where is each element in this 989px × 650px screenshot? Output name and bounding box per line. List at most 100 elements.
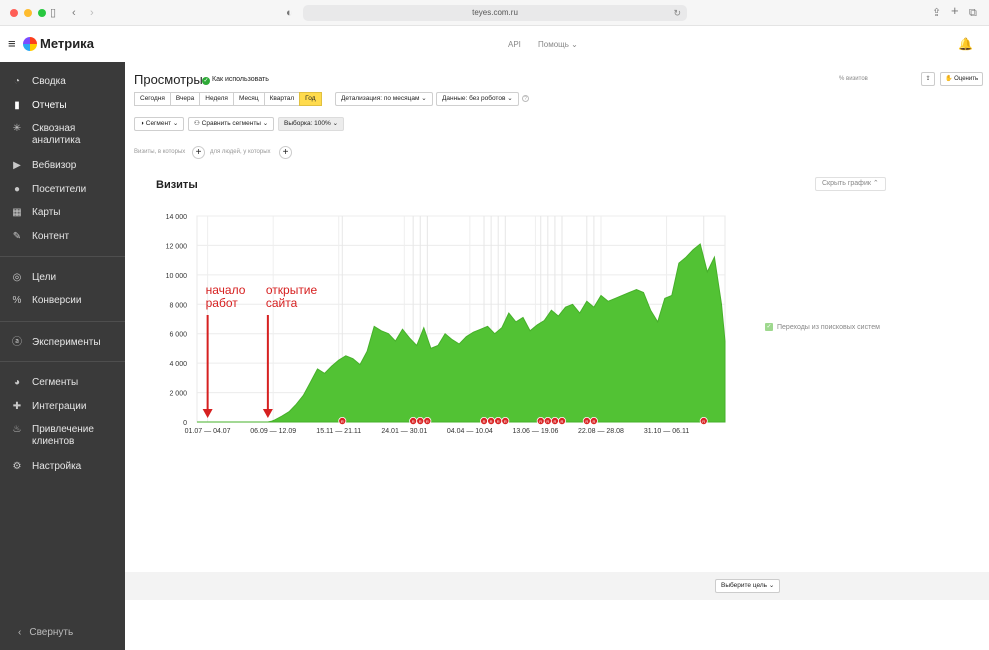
shield-icon[interactable]: ◐	[286, 6, 293, 20]
compare-label: Сравнить сегменты	[201, 120, 261, 127]
sidebar-item-segments[interactable]: ◕ Сегменты	[0, 377, 125, 389]
sidebar-item-webvisor[interactable]: ▶ Вебвизор	[0, 160, 125, 172]
forward-icon[interactable]: ›	[90, 6, 94, 20]
address-bar[interactable]: teyes.com.ru ↻	[303, 5, 687, 21]
detail-label: Детализация: по месяцам	[341, 95, 420, 102]
goal-select-dropdown[interactable]: Выберите цель ⌄	[715, 579, 781, 593]
pencil-icon: ✎	[12, 231, 22, 242]
x-tick-label: 06.09 — 12.09	[250, 428, 296, 435]
hide-chart-button[interactable]: Скрыть график ⌃	[815, 177, 886, 191]
robot-marker-glyph: R	[419, 419, 422, 424]
notification-bell-icon[interactable]: 🔔	[958, 37, 973, 51]
sidebar-item-label: Карты	[32, 207, 61, 218]
pie-icon: ◕	[13, 377, 21, 388]
legend-label: Переходы из поисковых систем	[777, 323, 880, 331]
period-month-button[interactable]: Месяц	[232, 92, 265, 106]
bar-chart-icon: ▮	[14, 100, 20, 111]
sidebar-item-content[interactable]: ✎ Контент	[0, 231, 125, 243]
rate-button[interactable]: ✋ Оценить	[940, 72, 984, 86]
data-mode-label: Данные: без роботов	[442, 95, 506, 102]
sample-label: Выборка: 100%	[284, 120, 331, 127]
collapse-sidebar-button[interactable]: ‹ Свернуть	[18, 627, 73, 638]
robot-marker-glyph: R	[483, 419, 486, 424]
y-tick-label: 10 000	[166, 273, 188, 280]
percent-icon: %	[12, 295, 22, 306]
metrika-logo[interactable]	[23, 37, 37, 51]
gear-icon: ⚙	[12, 461, 22, 472]
y-tick-label: 4 000	[169, 361, 187, 368]
robot-marker-glyph: R	[592, 419, 595, 424]
back-icon[interactable]: ‹	[72, 6, 76, 20]
url-text: teyes.com.ru	[472, 8, 518, 17]
thumbs-icon: ✋	[945, 76, 953, 82]
segment-dropdown[interactable]: ◑ Сегмент ⌄	[134, 117, 185, 131]
sidebar-item-summary[interactable]: ◔ Сводка	[0, 76, 125, 88]
brand-name[interactable]: Метрика	[40, 37, 94, 51]
annotation-label: открытие сайта	[265, 283, 318, 310]
plus-icon: +	[282, 147, 289, 158]
segment-label: Сегмент	[145, 120, 172, 127]
y-tick-label: 14 000	[166, 214, 188, 221]
sample-dropdown[interactable]: Выборка: 100% ⌄	[278, 117, 345, 131]
period-quarter-button[interactable]: Квартал	[263, 92, 301, 106]
detail-dropdown[interactable]: Детализация: по месяцам ⌄	[335, 92, 433, 106]
robot-marker-glyph: R	[490, 419, 493, 424]
add-visit-filter-button[interactable]: +	[192, 146, 205, 159]
chart-title: Визиты	[156, 179, 198, 191]
sidebar-item-maps[interactable]: ▦ Карты	[0, 207, 125, 219]
add-people-filter-button[interactable]: +	[279, 146, 292, 159]
annotation-arrow-head	[262, 409, 273, 418]
x-tick-label: 01.07 — 04.07	[185, 428, 231, 435]
export-icon: ⇪	[925, 76, 931, 82]
annotation-arrow-head	[202, 409, 213, 418]
how-to-use-link[interactable]: ✓ Как использовать	[202, 75, 269, 85]
sidebar-item-client-acquisition[interactable]: ♨ Привлечение клиентов	[0, 424, 125, 448]
how-to-use-label: Как использовать	[212, 76, 269, 83]
sidebar-item-settings[interactable]: ⚙ Настройка	[0, 461, 125, 473]
sidebar-item-reports[interactable]: ▮ Отчеты	[0, 100, 125, 112]
zoom-window-button[interactable]	[38, 9, 46, 17]
x-tick-label: 15.11 — 21.11	[316, 428, 361, 435]
chart-legend-item[interactable]: ✓ Переходы из поисковых систем	[765, 323, 880, 331]
sidebar-item-goals[interactable]: ◎ Цели	[0, 272, 125, 284]
sidebar-item-label: Посетители	[32, 184, 87, 195]
chevron-left-icon: ‹	[18, 627, 22, 638]
sidebar-item-visitors[interactable]: ● Посетители	[0, 184, 125, 196]
sidebar-item-conversions[interactable]: % Конверсии	[0, 295, 125, 307]
new-tab-icon[interactable]: +	[951, 4, 959, 18]
visits-percent-label: % визитов	[839, 76, 868, 82]
help-icon[interactable]: ?	[522, 95, 529, 102]
chevron-down-icon: ⌄	[332, 120, 339, 127]
sidebar-toggle-icon[interactable]: ▯	[50, 6, 56, 20]
y-tick-label: 12 000	[166, 243, 188, 250]
sidebar: ◔ Сводка ▮ Отчеты ✳ Сквозная аналитика ▶ Веб…	[0, 62, 125, 650]
period-yesterday-button[interactable]: Вчера	[169, 92, 201, 106]
chevron-down-icon: ⌄	[507, 95, 513, 102]
hide-chart-label: Скрыть график	[822, 180, 871, 187]
export-button[interactable]: ⇪	[921, 72, 935, 86]
data-mode-dropdown[interactable]: Данные: без роботов ⌄	[436, 92, 519, 106]
reload-icon[interactable]: ↻	[673, 5, 681, 21]
sidebar-item-end-to-end-analytics[interactable]: ✳ Сквозная аналитика	[0, 123, 125, 147]
share-icon[interactable]: ⇪	[932, 6, 941, 20]
close-window-button[interactable]	[10, 9, 18, 17]
tabs-overview-icon[interactable]: ⧉	[969, 6, 977, 20]
help-menu[interactable]: Помощь ⌄	[538, 40, 578, 49]
checkbox-icon: ✓	[765, 323, 773, 331]
robot-marker-glyph: R	[553, 419, 556, 424]
segment-icon: ◑	[140, 120, 144, 127]
api-link[interactable]: API	[508, 40, 521, 49]
sidebar-item-label: Сводка	[32, 76, 66, 87]
sidebar-item-integrations[interactable]: ✚ Интеграции	[0, 401, 125, 413]
sidebar-item-experiments[interactable]: ⓐ Эксперименты	[0, 337, 125, 349]
menu-icon[interactable]: ≡	[8, 37, 16, 50]
window-controls	[10, 9, 46, 17]
x-tick-label: 24.01 — 30.01	[381, 428, 427, 435]
goal-select-label: Выберите цель	[721, 582, 768, 589]
period-year-button[interactable]: Год	[299, 92, 322, 106]
minimize-window-button[interactable]	[24, 9, 32, 17]
period-week-button[interactable]: Неделя	[199, 92, 234, 106]
compare-segments-dropdown[interactable]: ⚇ Сравнить сегменты ⌄	[188, 117, 275, 131]
period-today-button[interactable]: Сегодня	[134, 92, 171, 106]
chevron-down-icon: ⌄	[262, 120, 269, 127]
